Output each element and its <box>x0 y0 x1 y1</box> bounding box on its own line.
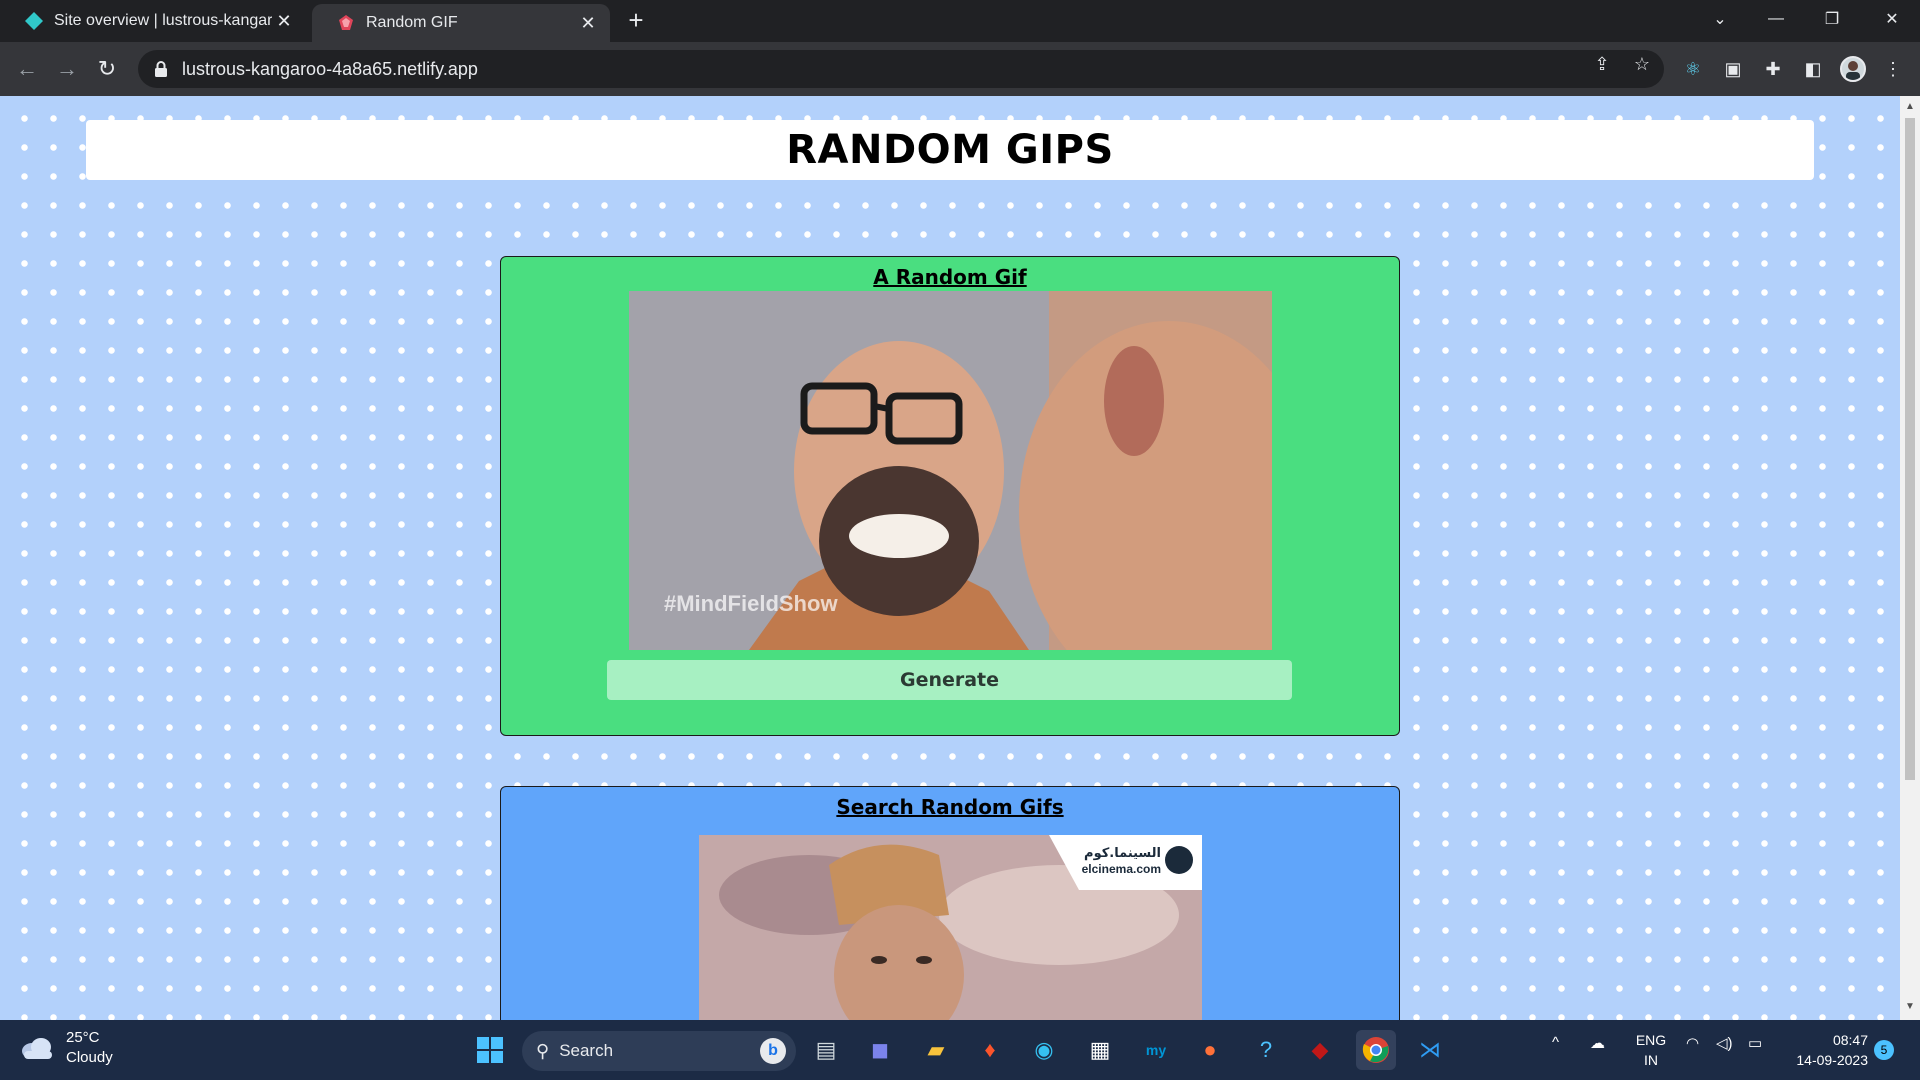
windows-start-icon[interactable] <box>470 1030 510 1070</box>
battery-icon[interactable]: ▭ <box>1748 1034 1762 1052</box>
browser-toolbar: ← → ↻ lustrous-kangaroo-4a8a65.netlify.a… <box>0 42 1920 96</box>
volume-icon[interactable]: ◁) <box>1716 1034 1733 1052</box>
menu-kebab-icon[interactable]: ⋮ <box>1880 56 1906 82</box>
page-title: RANDOM GIPS <box>786 127 1114 173</box>
wifi-icon[interactable]: ◠ <box>1686 1034 1699 1052</box>
weather-temp: 25°C <box>66 1029 100 1046</box>
tab-random-gif[interactable]: Random GIF ✕ <box>312 4 610 42</box>
media-icon[interactable]: ▣ <box>1720 56 1746 82</box>
gif-frame-man-in-fez: السينما.كوم elcinema.com <box>699 835 1202 1020</box>
cloud-icon <box>22 1038 52 1059</box>
get-help-icon[interactable]: ? <box>1246 1030 1286 1070</box>
react-gem-icon <box>339 15 353 30</box>
show-hidden-icons-chevron-icon[interactable]: ^ <box>1552 1034 1559 1051</box>
browser-title-bar: Site overview | lustrous-kangaroo ✕ Rand… <box>0 0 1920 42</box>
clock-time: 08:47 <box>1832 1032 1868 1048</box>
chrome-icon[interactable] <box>1356 1030 1396 1070</box>
close-tab-icon[interactable]: ✕ <box>272 9 296 33</box>
page-scrollbar[interactable]: ▲ ▼ <box>1900 96 1920 1020</box>
generate-button[interactable]: Generate <box>607 660 1292 700</box>
forward-arrow-icon[interactable]: → <box>52 54 82 84</box>
random-gif-image: #MindFieldShow <box>629 291 1272 650</box>
tab-search-chevron-icon[interactable]: ⌄ <box>1692 0 1748 38</box>
edge-browser-icon[interactable]: ◉ <box>1024 1030 1064 1070</box>
profile-person-icon <box>1846 61 1860 80</box>
windows-logo-icon <box>477 1037 503 1063</box>
search-icon: ⚲ <box>536 1040 550 1061</box>
share-icon[interactable]: ⇪ <box>1590 52 1614 76</box>
netlify-diamond-icon <box>25 12 43 30</box>
task-view-icon[interactable]: ▤ <box>806 1030 846 1070</box>
gif-logo-arabic: السينما.كوم <box>1084 846 1161 861</box>
search-gif-image: السينما.كوم elcinema.com <box>699 835 1202 1020</box>
tab-site-overview[interactable]: Site overview | lustrous-kangaroo ✕ <box>0 0 306 42</box>
weather-widget[interactable]: 25°C Cloudy <box>20 1028 113 1068</box>
restore-icon[interactable]: ❐ <box>1804 0 1860 38</box>
weather-desc: Cloudy <box>66 1049 113 1066</box>
random-gif-card: A Random Gif #MindFieldShow Generate <box>500 256 1400 736</box>
teams-chat-icon[interactable]: ◼ <box>860 1030 900 1070</box>
minimize-icon[interactable]: — <box>1748 0 1804 38</box>
tab-title: Random GIF <box>366 14 458 31</box>
firefox-icon[interactable]: ● <box>1190 1030 1230 1070</box>
reload-icon[interactable]: ↻ <box>92 54 122 84</box>
page-header: RANDOM GIPS <box>86 120 1814 180</box>
gif-logo-text: elcinema.com <box>1082 862 1161 876</box>
search-gif-title: Search Random Gifs <box>836 795 1064 819</box>
mcafee-icon[interactable]: ◆ <box>1300 1030 1340 1070</box>
language-code: ENG <box>1635 1032 1667 1048</box>
bing-icon[interactable]: b <box>760 1038 786 1064</box>
extensions-puzzle-icon[interactable]: ✚ <box>1760 56 1786 82</box>
region-code: IN <box>1644 1052 1658 1068</box>
gif-frame-smiling-man: #MindFieldShow <box>629 291 1272 650</box>
language-indicator[interactable]: ENG IN <box>1634 1030 1668 1070</box>
file-explorer-icon[interactable]: ▰ <box>916 1030 956 1070</box>
search-gif-card: Search Random Gifs السينما.كوم elcinema.… <box>500 786 1400 1020</box>
page-viewport: RANDOM GIPS A Random Gif #MindFieldShow … <box>0 96 1900 1020</box>
close-window-icon[interactable]: ✕ <box>1864 0 1920 38</box>
notification-badge[interactable]: 5 <box>1874 1040 1894 1060</box>
chrome-logo-icon <box>1362 1037 1389 1063</box>
scroll-up-arrow-icon[interactable]: ▲ <box>1904 102 1916 112</box>
microsoft-store-icon[interactable]: ▦ <box>1080 1030 1120 1070</box>
tab-title: Site overview | lustrous-kangaroo <box>54 12 272 29</box>
system-clock[interactable]: 08:47 14-09-2023 <box>1784 1030 1868 1070</box>
windows-taskbar: 25°C Cloudy ⚲ Search b ▤ ◼ ▰ ♦ ◉ ▦ my ● … <box>0 1020 1920 1080</box>
elcinema-logo-icon <box>1165 846 1193 874</box>
url-text: lustrous-kangaroo-4a8a65.netlify.app <box>182 58 478 79</box>
taskbar-search-box[interactable]: ⚲ Search b <box>522 1031 796 1071</box>
back-arrow-icon[interactable]: ← <box>12 54 42 84</box>
react-devtools-icon[interactable]: ⚛ <box>1680 56 1706 82</box>
clock-date: 14-09-2023 <box>1796 1052 1868 1068</box>
random-gif-title: A Random Gif <box>873 265 1027 289</box>
scrollbar-thumb[interactable] <box>1905 118 1915 780</box>
profile-avatar[interactable] <box>1840 56 1866 82</box>
address-bar[interactable]: lustrous-kangaroo-4a8a65.netlify.app <box>138 50 1664 88</box>
close-tab-icon[interactable]: ✕ <box>576 11 600 35</box>
bookmark-star-icon[interactable]: ☆ <box>1630 52 1654 76</box>
taskbar-search-placeholder: Search <box>559 1041 614 1060</box>
myhp-icon[interactable]: my <box>1136 1030 1176 1070</box>
lock-icon <box>155 61 167 77</box>
brave-browser-icon[interactable]: ♦ <box>970 1030 1010 1070</box>
gif-watermark: #MindFieldShow <box>664 591 838 616</box>
new-tab-plus-icon[interactable]: + <box>622 5 650 35</box>
side-panel-icon[interactable]: ◧ <box>1800 56 1826 82</box>
onedrive-error-icon[interactable]: ☁ <box>1590 1034 1605 1052</box>
vscode-icon[interactable]: ⋊ <box>1410 1030 1450 1070</box>
scroll-down-arrow-icon[interactable]: ▼ <box>1904 1002 1916 1012</box>
